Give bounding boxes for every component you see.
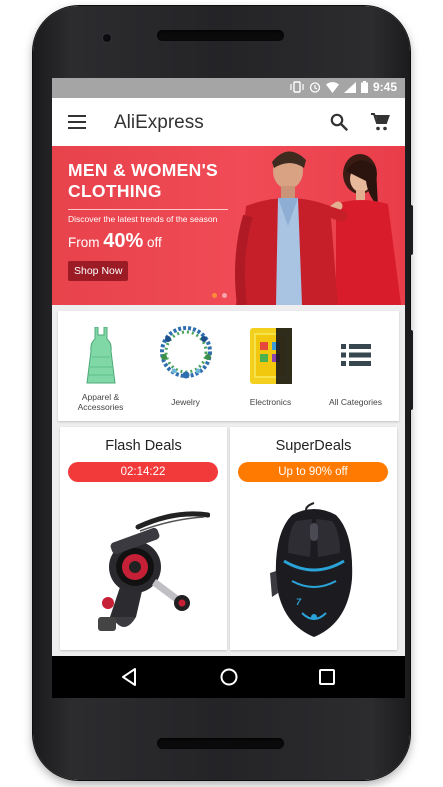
carousel-dot[interactable]: [222, 293, 227, 298]
app-bar: AliExpress: [52, 98, 405, 147]
front-camera: [103, 34, 111, 42]
offer-value: 40%: [103, 230, 144, 252]
volume-button: [409, 330, 413, 410]
menu-icon[interactable]: [68, 115, 86, 129]
banner-divider: [68, 209, 228, 210]
category-label-electronics: Electronics: [249, 397, 292, 407]
category-electronics[interactable]: Electronics: [228, 311, 313, 421]
wifi-icon: [325, 81, 339, 93]
system-nav-bar: [52, 656, 405, 698]
super-deals-card[interactable]: SuperDeals Up to 90% off 7: [230, 427, 397, 650]
dress-icon: [86, 327, 116, 384]
flash-deals-title: Flash Deals: [105, 438, 182, 454]
battery-icon: [360, 81, 368, 93]
offer-suffix: off: [143, 235, 162, 250]
models-illustration: [235, 151, 401, 305]
promo-banner[interactable]: MEN & WOMEN'S CLOTHING Discover the late…: [52, 146, 405, 305]
category-label-line: Accessories: [77, 402, 124, 412]
category-panel: Apparel & Accessories Jewelry Electronic…: [58, 311, 399, 421]
flash-deals-card[interactable]: Flash Deals 02:14:22: [60, 427, 227, 650]
category-label-apparel: Apparel & Accessories: [58, 392, 143, 412]
category-label-line: Apparel &: [81, 392, 120, 402]
banner-subtitle: Discover the latest trends of the season: [68, 214, 218, 224]
bottom-speaker: [157, 738, 284, 749]
banner-title-line2: CLOTHING: [68, 181, 162, 201]
necklace-icon: [160, 326, 212, 379]
category-label-all: All Categories: [329, 397, 382, 407]
search-icon[interactable]: [330, 113, 348, 131]
home-icon[interactable]: [216, 664, 242, 690]
alarm-icon: [309, 82, 321, 93]
carousel-dot[interactable]: [212, 293, 217, 298]
carousel-indicator: [212, 293, 227, 298]
gaming-mouse-image: 7: [270, 502, 353, 637]
smartphone-icon: [250, 328, 292, 384]
earpiece-speaker: [157, 30, 284, 41]
phone-screen: 9:45 AliExpress MEN & WOMEN'S CLOTHING D…: [52, 78, 405, 698]
category-all[interactable]: All Categories: [313, 311, 398, 421]
status-icons: 9:45: [290, 80, 397, 94]
power-button: [409, 205, 413, 255]
flash-deals-timer: 02:14:22: [68, 462, 218, 482]
offer-prefix: From: [68, 235, 104, 250]
recents-icon[interactable]: [314, 664, 340, 690]
shop-now-button[interactable]: Shop Now: [68, 261, 129, 281]
category-apparel[interactable]: Apparel & Accessories: [58, 311, 143, 421]
status-time: 9:45: [372, 80, 397, 94]
banner-offer: From 40% off: [68, 230, 162, 253]
cart-icon[interactable]: [370, 112, 390, 132]
category-label-jewelry: Jewelry: [171, 397, 200, 407]
status-bar: 9:45: [52, 78, 405, 98]
super-deals-title: SuperDeals: [275, 438, 352, 454]
vibrate-icon: [290, 81, 304, 93]
app-title: AliExpress: [114, 112, 204, 133]
super-deals-badge: Up to 90% off: [238, 462, 388, 482]
signal-icon: [343, 81, 356, 93]
banner-title-line1: MEN & WOMEN'S: [68, 160, 219, 180]
category-jewelry[interactable]: Jewelry: [143, 311, 228, 421]
banner-title: MEN & WOMEN'S CLOTHING: [68, 160, 238, 202]
back-icon[interactable]: [116, 664, 142, 690]
fishing-reel-image: [98, 511, 210, 631]
list-icon: [341, 344, 371, 366]
